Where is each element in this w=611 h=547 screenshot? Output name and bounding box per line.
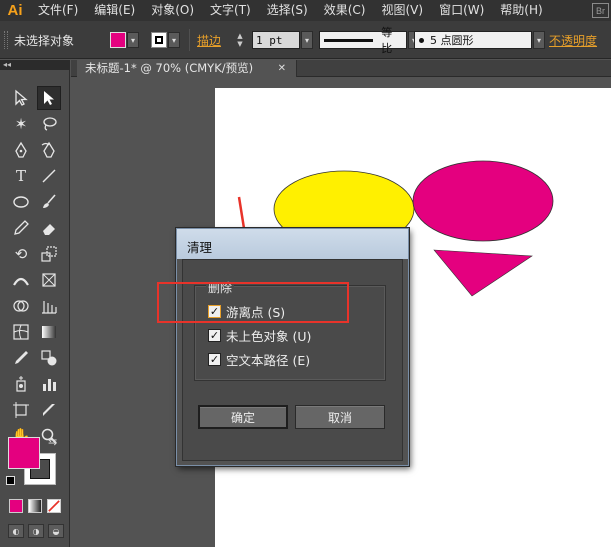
brush-definition[interactable]: 5 点圆形 [414,31,532,49]
draw-inside-icon[interactable]: ◒ [48,524,64,538]
default-colors-icon[interactable] [6,476,15,485]
cancel-button[interactable]: 取消 [295,405,385,429]
free-transform-tool-icon[interactable] [37,268,61,292]
control-bar: 未选择对象 ▾ ▾ 描边 ▲▼ 1 pt ▾ 等比 ▾ 5 点圆形 ▾ 不透明度 [0,21,611,59]
draw-behind-icon[interactable]: ◑ [28,524,44,538]
menu-object[interactable]: 对象(O) [143,0,202,21]
panel-grip[interactable] [4,31,8,49]
unpainted-objects-label: 未上色对象 (U) [226,328,312,344]
document-tab-title: 未标题-1* @ 70% (CMYK/预览) [85,61,254,75]
document-tab-bar: 未标题-1* @ 70% (CMYK/预览) ✕ [71,60,611,77]
none-mode-icon[interactable] [47,499,61,513]
empty-text-paths-label: 空文本路径 (E) [226,352,311,368]
dialog-title: 清理 [187,240,213,255]
profile-label: 等比 [381,26,393,55]
mesh-tool-icon[interactable] [9,320,33,344]
width-tool-icon[interactable] [9,268,33,292]
tools-panel-header[interactable]: ◂◂ [0,60,70,70]
type-tool-icon[interactable]: T [9,164,33,188]
menu-select[interactable]: 选择(S) [259,0,316,21]
menu-effect[interactable]: 效果(C) [316,0,374,21]
shape-builder-tool-icon[interactable] [9,294,33,318]
stroke-weight-stepper[interactable]: ▲ ▼ [235,31,245,49]
gradient-mode-icon[interactable] [28,499,42,513]
divider [189,29,190,51]
stroke-swatch[interactable] [151,32,167,48]
stroke-label[interactable]: 描边 [197,21,221,59]
magic-wand-tool-icon[interactable]: ✶ [9,112,33,136]
option-empty-text-paths[interactable]: ✓ 空文本路径 (E) [208,351,311,368]
slice-tool-icon[interactable] [37,398,61,422]
rotate-tool-icon[interactable]: ⟲ [9,242,33,266]
opacity-label[interactable]: 不透明度 [549,21,597,59]
symbol-sprayer-tool-icon[interactable] [9,372,33,396]
menu-view[interactable]: 视图(V) [373,0,431,21]
close-icon[interactable]: ✕ [278,60,286,77]
line-segment-tool-icon[interactable] [37,164,61,188]
stroke-line-preview [324,38,374,42]
artboard-tool-icon[interactable] [9,398,33,422]
eyedropper-tool-icon[interactable] [9,346,33,370]
chevron-up-icon[interactable]: ▲ [237,32,242,40]
unpainted-objects-checkbox[interactable]: ✓ [208,328,221,342]
menu-file[interactable]: 文件(F) [30,0,86,21]
stroke-color-control[interactable]: ▾ [151,21,180,59]
app-logo: Ai [7,2,23,19]
lasso-tool-icon[interactable] [37,112,61,136]
eraser-tool-icon[interactable] [37,216,61,240]
option-unpainted-objects[interactable]: ✓ 未上色对象 (U) [208,327,312,344]
ok-button[interactable]: 确定 [198,405,288,429]
brush-label: 5 点圆形 [430,34,474,47]
pencil-tool-icon[interactable] [9,216,33,240]
fill-swatch[interactable] [110,32,126,48]
fill-color-box[interactable] [8,437,40,469]
menu-bar: Ai 文件(F) 编辑(E) 对象(O) 文字(T) 选择(S) 效果(C) 视… [0,0,611,21]
menu-edit[interactable]: 编辑(E) [86,0,143,21]
stroke-square-icon [155,36,163,44]
fill-color-control[interactable]: ▾ [110,21,139,59]
stroke-dropdown-icon[interactable]: ▾ [168,32,180,48]
blend-tool-icon[interactable] [37,346,61,370]
stroke-weight-dropdown-icon[interactable]: ▾ [301,31,313,49]
menu-window[interactable]: 窗口(W) [431,0,492,21]
menu-help[interactable]: 帮助(H) [492,0,550,21]
selection-status: 未选择对象 [14,33,75,48]
menu-type[interactable]: 文字(T) [202,0,259,21]
stroke-weight-input[interactable]: 1 pt [252,31,300,49]
empty-text-paths-checkbox[interactable]: ✓ [208,352,221,366]
curvature-tool-icon[interactable] [37,138,61,162]
document-tab[interactable]: 未标题-1* @ 70% (CMYK/预览) ✕ [77,60,297,77]
variable-width-profile[interactable]: 等比 [319,26,407,55]
tools-panel: ✶ T ⟲ ✋ ⇆ ◐ ◑ ◒ [0,70,70,547]
column-graph-tool-icon[interactable] [37,372,61,396]
selection-tool-icon[interactable] [9,86,33,110]
color-mode-icon[interactable] [9,499,23,513]
fill-dropdown-icon[interactable]: ▾ [127,32,139,48]
gradient-tool-icon[interactable] [37,320,61,344]
perspective-grid-tool-icon[interactable] [37,294,61,318]
pen-tool-icon[interactable] [9,138,33,162]
annotation-highlight-box [157,282,349,323]
scale-tool-icon[interactable] [37,242,61,266]
draw-normal-icon[interactable]: ◐ [8,524,24,538]
brush-dropdown-icon[interactable]: ▾ [533,31,545,49]
dialog-titlebar[interactable]: 清理 [177,229,408,259]
chevron-down-icon[interactable]: ▼ [237,40,242,48]
paintbrush-tool-icon[interactable] [37,190,61,214]
ellipse-tool-icon[interactable] [9,190,33,214]
direct-selection-tool-icon[interactable] [37,86,61,110]
round-brush-icon [419,37,424,43]
bridge-button[interactable]: Br [592,3,609,18]
swap-fill-stroke-icon[interactable]: ⇆ [48,435,57,448]
cleanup-dialog: 清理 删除 ✓ 游离点 (S) ✓ 未上色对象 (U) ✓ 空文本路径 (E) … [176,228,409,466]
